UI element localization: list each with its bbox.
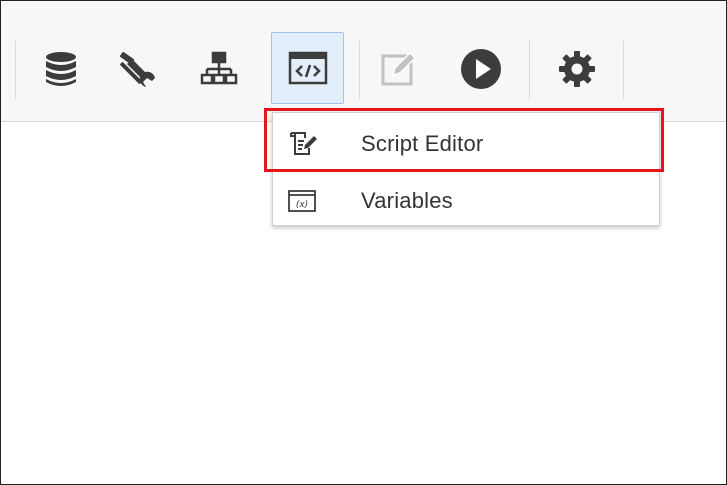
hierarchy-icon — [200, 51, 238, 85]
menu-item-label: Script Editor — [361, 130, 484, 156]
database-button[interactable] — [31, 37, 91, 101]
toolbar-separator — [529, 41, 530, 99]
edit-icon — [381, 51, 417, 86]
hierarchy-button[interactable] — [189, 37, 249, 101]
tools-button[interactable] — [106, 37, 166, 101]
svg-text:(x): (x) — [296, 200, 308, 210]
script-editor-icon — [287, 130, 317, 158]
database-icon — [46, 52, 76, 86]
tools-icon — [119, 51, 155, 87]
settings-button[interactable] — [547, 37, 607, 101]
menu-item-script-editor[interactable]: Script Editor — [273, 115, 659, 172]
variables-icon: (x) — [287, 187, 317, 215]
script-icon — [288, 51, 327, 85]
app-frame: Script Editor (x) Variables — [0, 0, 727, 485]
menu-item-label: Variables — [361, 187, 453, 213]
run-button[interactable] — [451, 37, 511, 101]
run-icon — [461, 49, 501, 89]
edit-button[interactable] — [369, 37, 429, 101]
script-dropdown-menu: Script Editor (x) Variables — [272, 112, 660, 226]
gear-icon — [559, 51, 595, 87]
script-button[interactable] — [271, 32, 344, 104]
menu-item-variables[interactable]: (x) Variables — [273, 172, 659, 229]
toolbar — [1, 1, 726, 122]
toolbar-separator — [15, 41, 16, 99]
toolbar-separator — [359, 41, 360, 99]
toolbar-separator — [623, 41, 624, 99]
